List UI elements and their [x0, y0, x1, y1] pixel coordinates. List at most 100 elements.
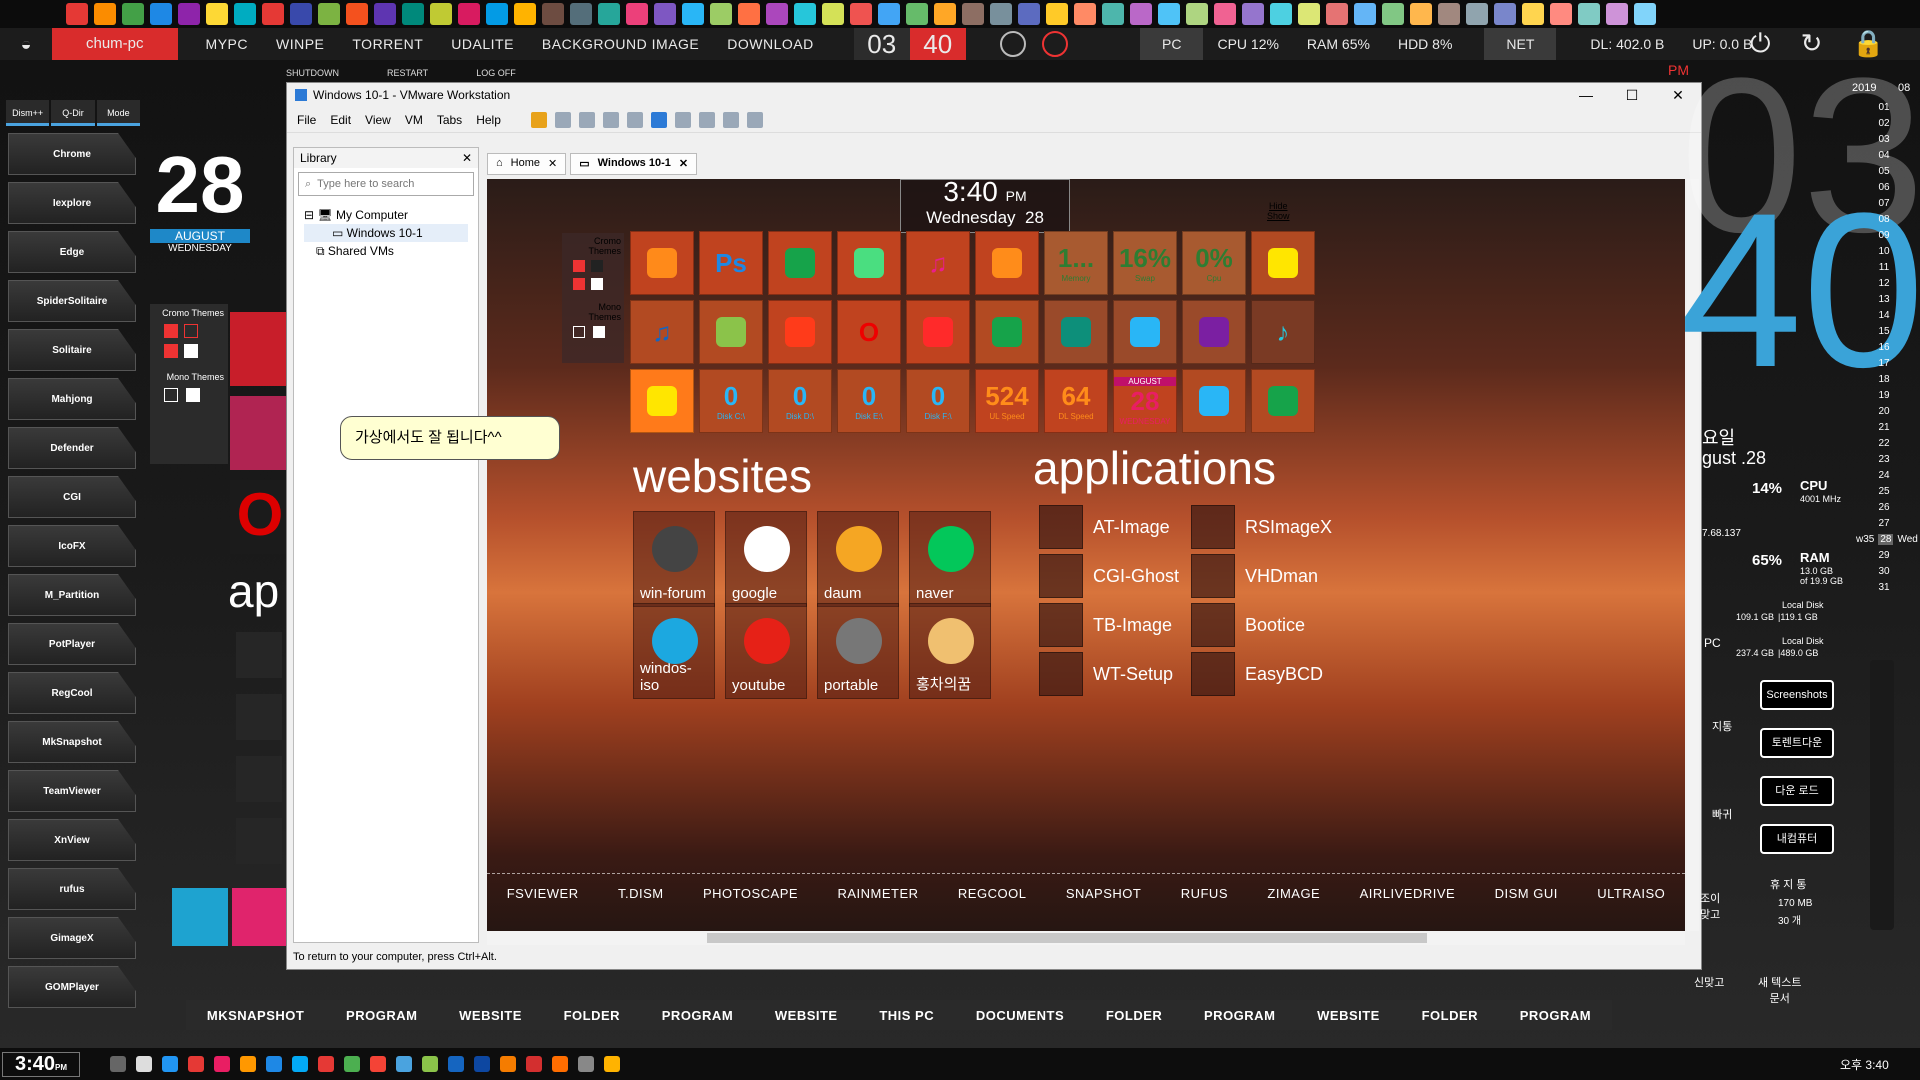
- top-app-icon-30[interactable]: [878, 3, 900, 25]
- app-icon-2[interactable]: [214, 1056, 230, 1072]
- calendar-tile[interactable]: AUGUST 28 WEDNESDAY: [1113, 369, 1177, 433]
- top-app-icon-9[interactable]: [290, 3, 312, 25]
- dock-item-xnview[interactable]: XnView: [8, 819, 136, 861]
- dock-item-regcool[interactable]: RegCool: [8, 672, 136, 714]
- swap-tile[interactable]: 16% Swap: [1113, 231, 1177, 295]
- guest-bar-rufus[interactable]: RUFUS: [1181, 886, 1228, 901]
- guest-bar-snapshot[interactable]: SNAPSHOT: [1066, 886, 1142, 901]
- tree-vm-item[interactable]: ▭ Windows 10-1: [304, 224, 468, 242]
- bottom-nav-program[interactable]: PROGRAM: [346, 1008, 417, 1023]
- label-new-text-doc[interactable]: 새 텍스트 문서: [1758, 974, 1802, 1006]
- dock-item-solitaire[interactable]: Solitaire: [8, 329, 136, 371]
- top-app-icon-8[interactable]: [262, 3, 284, 25]
- top-app-icon-10[interactable]: [318, 3, 340, 25]
- top-app-icon-23[interactable]: [682, 3, 704, 25]
- menu-background-image[interactable]: BACKGROUND IMAGE: [542, 36, 699, 52]
- swatch-red[interactable]: [164, 324, 178, 338]
- app-icon-5[interactable]: [292, 1056, 308, 1072]
- app-icon-7[interactable]: [344, 1056, 360, 1072]
- app-icon-3[interactable]: [240, 1056, 256, 1072]
- folder-tile[interactable]: [1251, 231, 1315, 295]
- send-keys-icon[interactable]: [554, 111, 571, 128]
- camera-tile[interactable]: [1113, 300, 1177, 364]
- dock-item-m_partition[interactable]: M_Partition: [8, 574, 136, 616]
- edge-icon[interactable]: [448, 1056, 464, 1072]
- pause-icon[interactable]: [530, 111, 547, 128]
- top-app-icon-19[interactable]: [570, 3, 592, 25]
- desktop-music-tile[interactable]: [230, 396, 290, 470]
- top-app-icon-13[interactable]: [402, 3, 424, 25]
- top-app-icon-16[interactable]: [486, 3, 508, 25]
- label-joy-gostop[interactable]: 조이 맞고: [1700, 890, 1720, 922]
- right-app-dock[interactable]: [1870, 660, 1894, 930]
- desktop-mail-tile[interactable]: [230, 312, 290, 386]
- guest-bar-zimage[interactable]: ZIMAGE: [1267, 886, 1320, 901]
- top-app-icon-4[interactable]: [150, 3, 172, 25]
- torrent-download-button[interactable]: 토렌트다운: [1760, 728, 1834, 758]
- top-app-icon-45[interactable]: [1298, 3, 1320, 25]
- top-app-icon-32[interactable]: [934, 3, 956, 25]
- top-app-icon-14[interactable]: [430, 3, 452, 25]
- horizontal-scroll-thumb[interactable]: [707, 933, 1427, 943]
- swatch-white[interactable]: [184, 344, 198, 358]
- memory-tile[interactable]: 1... Memory: [1044, 231, 1108, 295]
- menu-tabs[interactable]: Tabs: [437, 113, 462, 127]
- top-app-icon-56[interactable]: [1606, 3, 1628, 25]
- tab-windows-10[interactable]: ▭ Windows 10-1 ✕: [570, 153, 698, 175]
- my-computer-button[interactable]: 내컴퓨터: [1760, 824, 1834, 854]
- bottom-nav-documents[interactable]: DOCUMENTS: [976, 1008, 1064, 1023]
- top-app-icon-25[interactable]: [738, 3, 760, 25]
- menu-help[interactable]: Help: [476, 113, 501, 127]
- screenshots-button[interactable]: Screenshots: [1760, 680, 1834, 710]
- swatch-dark[interactable]: [184, 324, 198, 338]
- dock-dism[interactable]: Dism++: [6, 100, 50, 126]
- guest-bar-dism-gui[interactable]: DISM GUI: [1495, 886, 1558, 901]
- label-ppagwi[interactable]: 빠귀: [1712, 806, 1732, 822]
- snapshot-manager-icon[interactable]: [626, 111, 643, 128]
- archive-tile[interactable]: [975, 231, 1039, 295]
- website-tile-1[interactable]: win-forum: [633, 511, 715, 607]
- top-app-icon-57[interactable]: [1634, 3, 1656, 25]
- website-tile-3[interactable]: daum: [817, 511, 899, 607]
- app-cgi-ghost[interactable]: CGI-Ghost: [1039, 554, 1179, 598]
- guest-bar-rainmeter[interactable]: RAINMETER: [837, 886, 918, 901]
- guest-bar-ultraiso[interactable]: ULTRAISO: [1597, 886, 1665, 901]
- top-app-icon-42[interactable]: [1214, 3, 1236, 25]
- bottom-nav-this-pc[interactable]: THIS PC: [879, 1008, 934, 1023]
- guest-swatch-mono-white[interactable]: [593, 326, 605, 338]
- menu-udalite[interactable]: UDALITE: [451, 36, 514, 52]
- top-app-icon-11[interactable]: [346, 3, 368, 25]
- top-app-icon-5[interactable]: [178, 3, 200, 25]
- guest-bar-photoscape[interactable]: PHOTOSCAPE: [703, 886, 798, 901]
- dock-item-mksnapshot[interactable]: MkSnapshot: [8, 721, 136, 763]
- top-app-icon-35[interactable]: [1018, 3, 1040, 25]
- guest-bar-t-dism[interactable]: T.DISM: [618, 886, 664, 901]
- app-icon-11[interactable]: [578, 1056, 594, 1072]
- document-tile[interactable]: [1044, 300, 1108, 364]
- restart-link[interactable]: RESTART: [387, 68, 428, 78]
- bottom-nav-program[interactable]: PROGRAM: [662, 1008, 733, 1023]
- dock-item-teamviewer[interactable]: TeamViewer: [8, 770, 136, 812]
- top-app-icon-34[interactable]: [990, 3, 1012, 25]
- wifi-tile[interactable]: [1251, 369, 1315, 433]
- tree-my-computer[interactable]: ⊟ 🖥 My Computer: [304, 206, 468, 224]
- top-app-icon-15[interactable]: [458, 3, 480, 25]
- windows-tile[interactable]: [630, 369, 694, 433]
- guest-screen[interactable]: 3:40 PM Wednesday 28 Hide Show Cromo Them…: [487, 179, 1685, 931]
- swatch-mono-dark[interactable]: [164, 388, 178, 402]
- app-icon-4[interactable]: [266, 1056, 282, 1072]
- pc-name[interactable]: chum-pc: [52, 28, 178, 60]
- person-tile[interactable]: [768, 300, 832, 364]
- firefox-icon[interactable]: [552, 1056, 568, 1072]
- website-tile-6[interactable]: youtube: [725, 603, 807, 699]
- opera-icon[interactable]: [526, 1056, 542, 1072]
- explorer-icon[interactable]: [162, 1056, 178, 1072]
- guest-bar-regcool[interactable]: REGCOOL: [958, 886, 1027, 901]
- top-app-icon-29[interactable]: [850, 3, 872, 25]
- fullscreen-icon[interactable]: [698, 111, 715, 128]
- disk-tile[interactable]: 0 Disk E:\: [837, 369, 901, 433]
- dock-item-defender[interactable]: Defender: [8, 427, 136, 469]
- music-tile[interactable]: ♫: [906, 231, 970, 295]
- top-app-icon-21[interactable]: [626, 3, 648, 25]
- trash-label[interactable]: 휴 지 통: [1770, 876, 1806, 892]
